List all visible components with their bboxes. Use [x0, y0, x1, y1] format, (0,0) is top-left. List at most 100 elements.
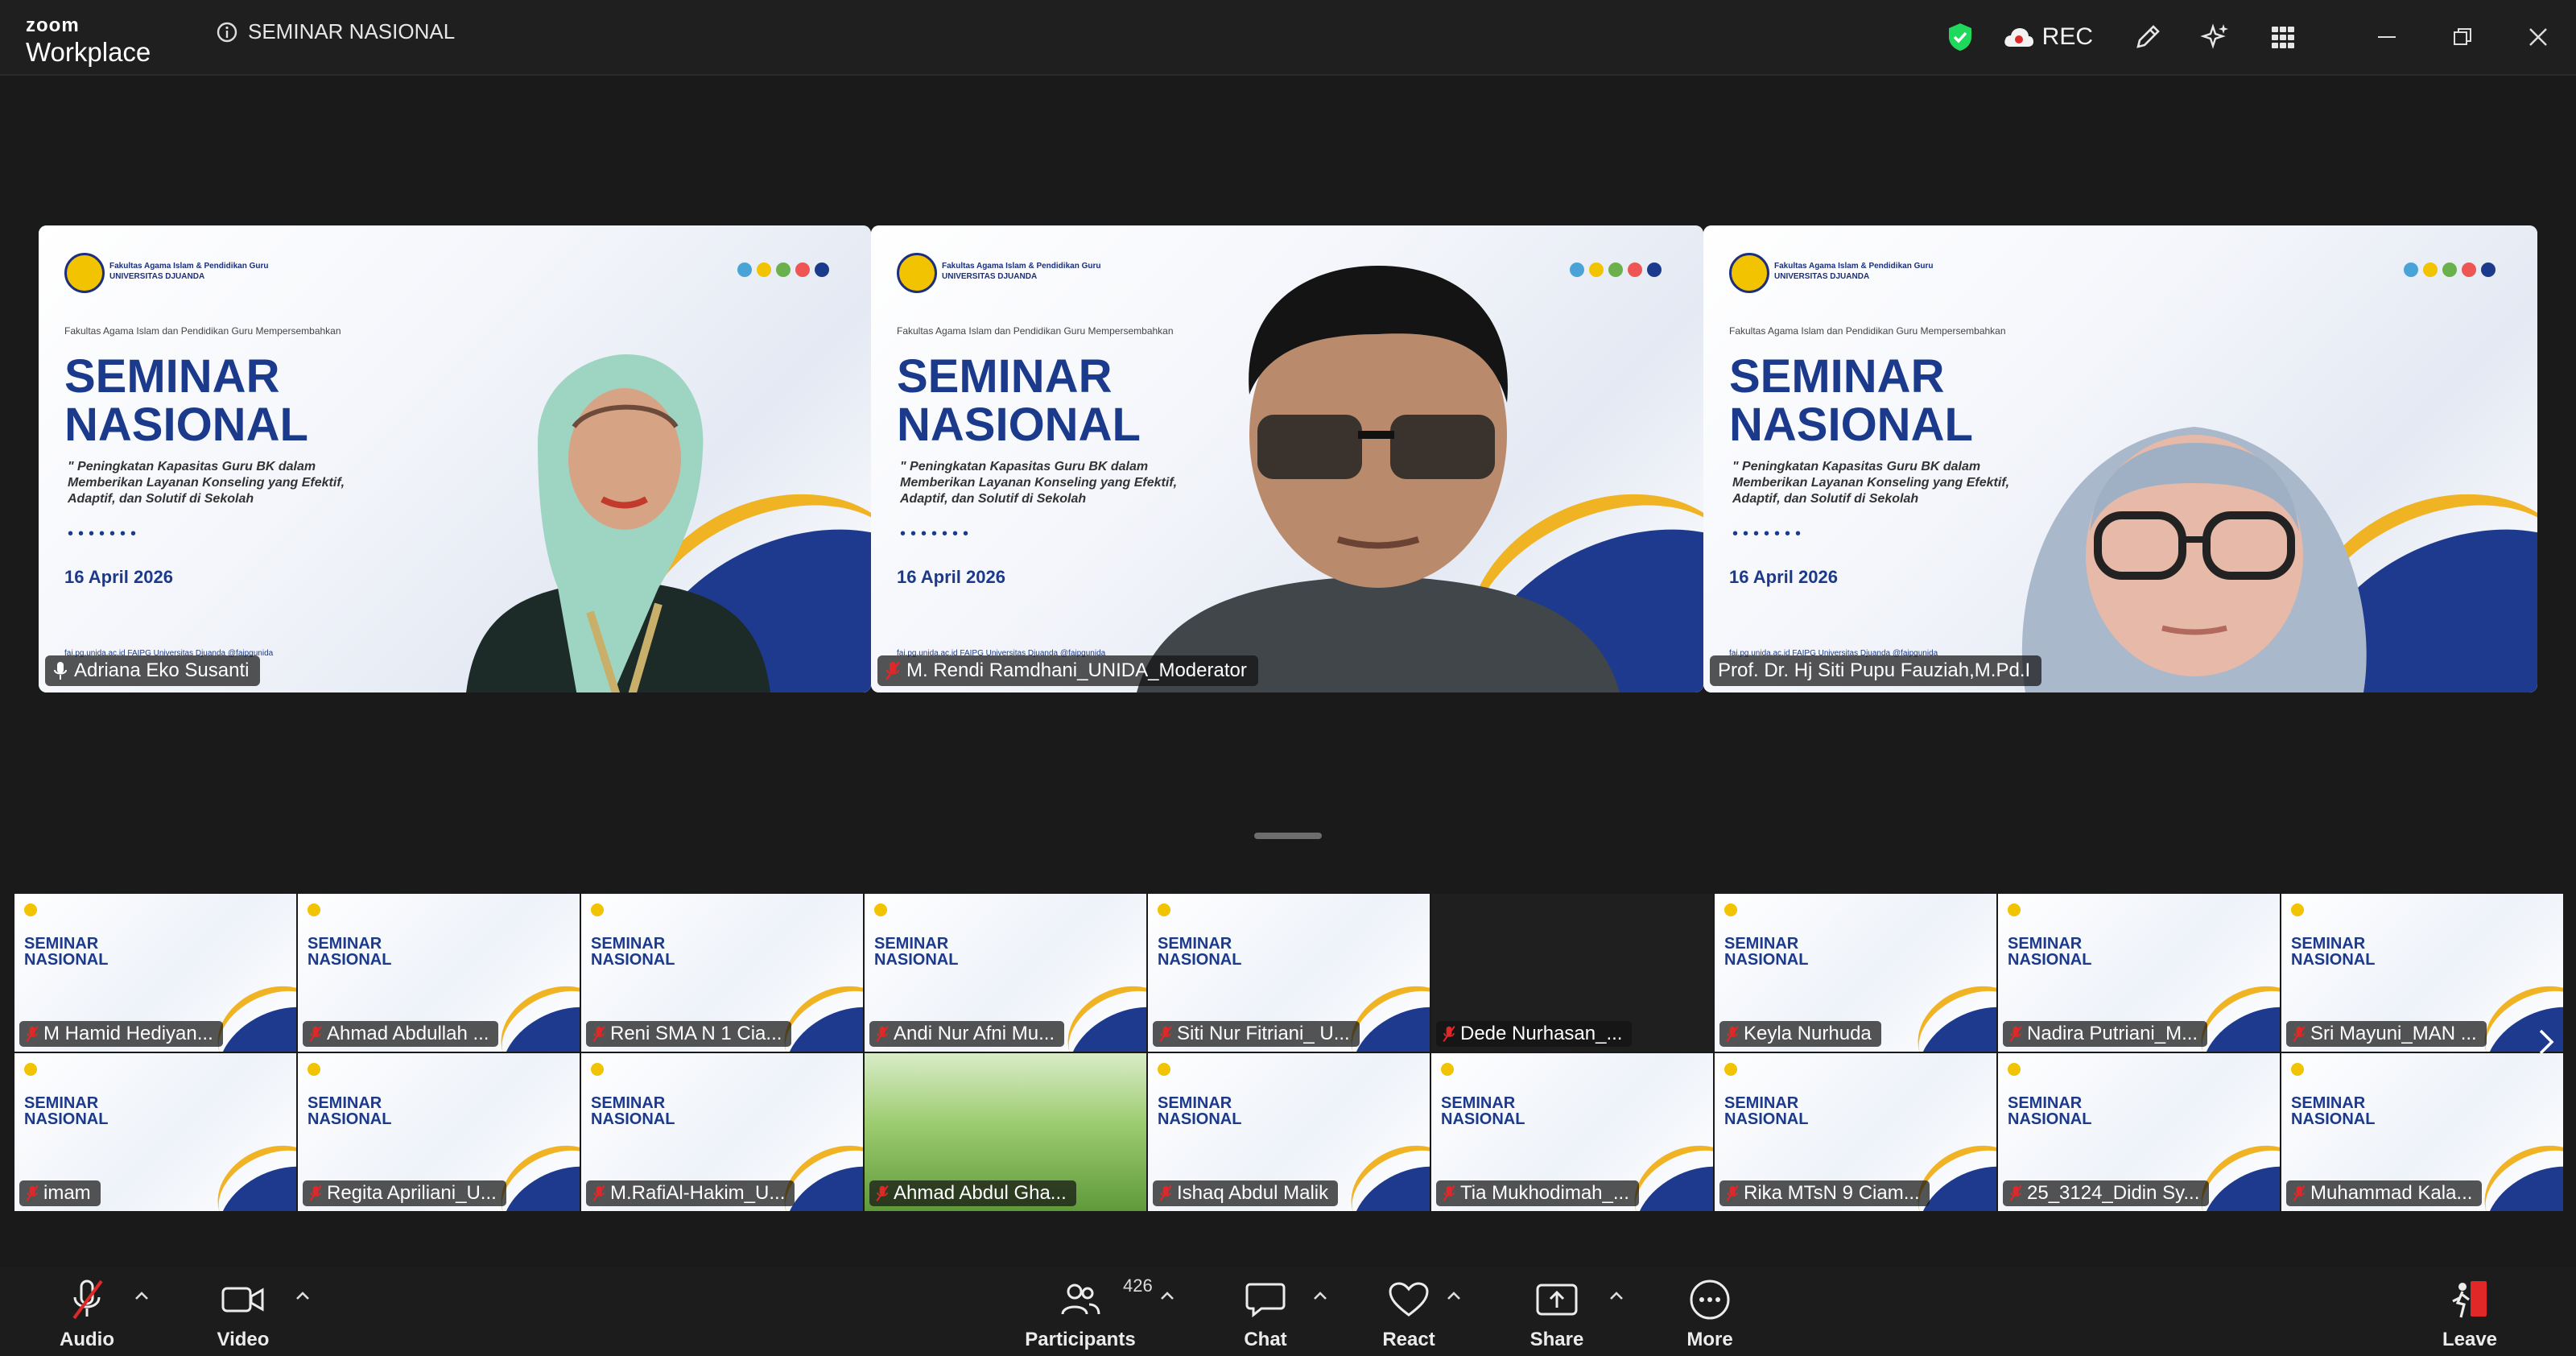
react-label: React — [1382, 1329, 1435, 1350]
slide-date: 16 April 2026 — [1729, 567, 1838, 587]
slide-heading: SEMINAR NASIONAL — [2291, 935, 2376, 969]
minimize-button[interactable] — [2349, 0, 2425, 74]
microphone-muted-icon — [1159, 1026, 1172, 1042]
university-logo — [1724, 903, 1737, 916]
participant-tile[interactable]: SEMINAR NASIONAL Keyla Nurhuda — [1715, 894, 1996, 1052]
participant-tile[interactable]: SEMINAR NASIONAL imam — [14, 1053, 296, 1211]
slide-dots: ••••••• — [68, 525, 142, 543]
participant-name: Ishaq Abdul Malik — [1177, 1182, 1329, 1204]
share-button[interactable]: Share — [1501, 1275, 1613, 1351]
university-logo — [874, 903, 887, 916]
participant-tile[interactable]: SEMINAR NASIONAL Ishaq Abdul Malik — [1148, 1053, 1430, 1211]
close-button[interactable] — [2500, 0, 2576, 74]
apps-grid-icon[interactable] — [2249, 0, 2317, 74]
meeting-info[interactable]: SEMINAR NASIONAL — [216, 19, 455, 44]
chat-button[interactable]: Chat — [1209, 1275, 1322, 1351]
more-button[interactable]: More — [1653, 1275, 1766, 1351]
cloud-record-icon — [2004, 28, 2033, 47]
more-label: More — [1686, 1329, 1733, 1350]
participant-tile[interactable]: SEMINAR NASIONAL 25_3124_Didin Sy... — [1998, 1053, 2280, 1211]
slide-heading: SEMINAR NASIONAL — [1724, 1094, 1809, 1128]
participant-name-tag: Keyla Nurhuda — [1719, 1021, 1881, 1047]
participant-name-tag: Rika MTsN 9 Ciam... — [1719, 1180, 1930, 1206]
audio-options-chevron-icon[interactable] — [134, 1290, 150, 1301]
speaker-tile-2[interactable]: Fakultas Agama Islam & Pendidikan Guru U… — [871, 225, 1703, 692]
participant-name: Regita Apriliani_U... — [327, 1182, 497, 1204]
participant-tile[interactable]: SEMINAR NASIONAL Tia Mukhodimah_... — [1431, 1053, 1713, 1211]
video-options-chevron-icon[interactable] — [295, 1290, 311, 1301]
slide-heading: SEMINAR NASIONAL — [2291, 1094, 2376, 1128]
university-logo — [2008, 1063, 2021, 1076]
audio-label: Audio — [60, 1329, 114, 1350]
participant-name-tag: Dede Nurhasan_... — [1436, 1021, 1633, 1047]
participant-name: Rika MTsN 9 Ciam... — [1744, 1182, 1920, 1204]
rec-label: REC — [2041, 23, 2093, 50]
annotate-pencil-icon[interactable] — [2114, 0, 2182, 74]
participant-name-tag: Sri Mayuni_MAN ... — [2286, 1021, 2487, 1047]
participant-tile[interactable]: SEMINAR NASIONAL M.RafiAl-Hakim_U... — [581, 1053, 863, 1211]
microphone-muted-icon — [886, 661, 900, 680]
participant-tile[interactable]: SEMINAR NASIONAL Ahmad Abdullah ... — [298, 894, 580, 1052]
slide-subtitle: Fakultas Agama Islam dan Pendidikan Guru… — [1729, 325, 2006, 337]
share-screen-icon — [1536, 1284, 1578, 1316]
speaker-tile-1[interactable]: Fakultas Agama Islam & Pendidikan Guru U… — [39, 225, 871, 692]
ai-companion-icon[interactable] — [2182, 0, 2249, 74]
university-logo — [308, 1063, 320, 1076]
slide-heading: SEMINAR NASIONAL — [1158, 935, 1242, 969]
video-button[interactable]: Video — [187, 1275, 299, 1351]
university-logo — [591, 903, 604, 916]
university-logo — [897, 253, 937, 293]
slide-date: 16 April 2026 — [64, 567, 173, 587]
speaker-tile-3[interactable]: Fakultas Agama Islam & Pendidikan Guru U… — [1703, 225, 2537, 692]
participant-name-tag: Andi Nur Afni Mu... — [869, 1021, 1065, 1047]
slide-heading: SEMINAR NASIONAL — [591, 1094, 675, 1128]
participant-name-tag: 25_3124_Didin Sy... — [2003, 1180, 2210, 1206]
participant-tile[interactable]: SEMINAR NASIONAL M Hamid Hediyan... — [14, 894, 296, 1052]
audio-button[interactable]: Audio — [31, 1275, 143, 1351]
university-logo — [308, 903, 320, 916]
participant-tile[interactable]: Ahmad Abdul Gha... — [865, 1053, 1146, 1211]
restore-button[interactable] — [2425, 0, 2500, 74]
participant-tile[interactable]: SEMINAR NASIONAL Muhammad Kala... — [2281, 1053, 2563, 1211]
university-logo — [2008, 903, 2021, 916]
info-icon[interactable] — [216, 21, 238, 43]
slide-heading: SEMINAR NASIONAL — [2008, 935, 2092, 969]
participants-options-chevron-icon[interactable] — [1159, 1290, 1175, 1301]
react-options-chevron-icon[interactable] — [1446, 1290, 1462, 1301]
participant-tile[interactable]: SEMINAR NASIONAL Regita Apriliani_U... — [298, 1053, 580, 1211]
leave-button[interactable]: Leave — [2413, 1275, 2526, 1351]
slide-dots: ••••••• — [1732, 525, 1806, 543]
participant-name: Andi Nur Afni Mu... — [894, 1023, 1055, 1044]
gallery-next-arrow-icon[interactable] — [2537, 1027, 2555, 1056]
participant-name: Sri Mayuni_MAN ... — [2310, 1023, 2477, 1044]
security-shield-icon[interactable] — [1926, 0, 1994, 74]
react-button[interactable]: React — [1352, 1275, 1465, 1351]
participant-tile[interactable]: SEMINAR NASIONAL Andi Nur Afni Mu... — [865, 894, 1146, 1052]
participant-name: Ahmad Abdullah ... — [327, 1023, 489, 1044]
participants-button[interactable]: 426 Participants — [1024, 1275, 1152, 1351]
participant-tile[interactable]: SEMINAR NASIONAL Reni SMA N 1 Cia... — [581, 894, 863, 1052]
participant-tile[interactable]: SEMINAR NASIONAL Nadira Putriani_M... — [1998, 894, 2280, 1052]
slide-dots: ••••••• — [900, 525, 974, 543]
share-options-chevron-icon[interactable] — [1608, 1290, 1624, 1301]
participant-tile[interactable]: SEMINAR NASIONAL Sri Mayuni_MAN ... — [2281, 894, 2563, 1052]
slide-heading: SEMINAR NASIONAL — [24, 935, 109, 969]
participant-name: Reni SMA N 1 Cia... — [610, 1023, 782, 1044]
participant-tile[interactable]: Dede Nurhasan_... — [1431, 894, 1713, 1052]
microphone-muted-icon — [26, 1185, 39, 1201]
participant-name: Ahmad Abdul Gha... — [894, 1182, 1067, 1204]
restore-icon — [2454, 28, 2471, 45]
recording-indicator[interactable]: REC — [2002, 23, 2093, 51]
participant-name-tag: Reni SMA N 1 Cia... — [586, 1021, 792, 1047]
university-logo — [1441, 1063, 1454, 1076]
microphone-muted-icon — [876, 1185, 889, 1201]
participant-tile[interactable]: SEMINAR NASIONAL Rika MTsN 9 Ciam... — [1715, 1053, 1996, 1211]
resize-handle[interactable] — [1254, 833, 1322, 839]
speaker-name: Adriana Eko Susanti — [74, 659, 250, 681]
microphone-muted-icon — [309, 1185, 322, 1201]
brand-bottom: Workplace — [26, 37, 151, 67]
participant-tile[interactable]: SEMINAR NASIONAL Siti Nur Fitriani_ U... — [1148, 894, 1430, 1052]
chat-options-chevron-icon[interactable] — [1312, 1290, 1328, 1301]
participant-name-tag: M.RafiAl-Hakim_U... — [586, 1180, 795, 1206]
slide-heading: SEMINAR NASIONAL — [308, 1094, 392, 1128]
